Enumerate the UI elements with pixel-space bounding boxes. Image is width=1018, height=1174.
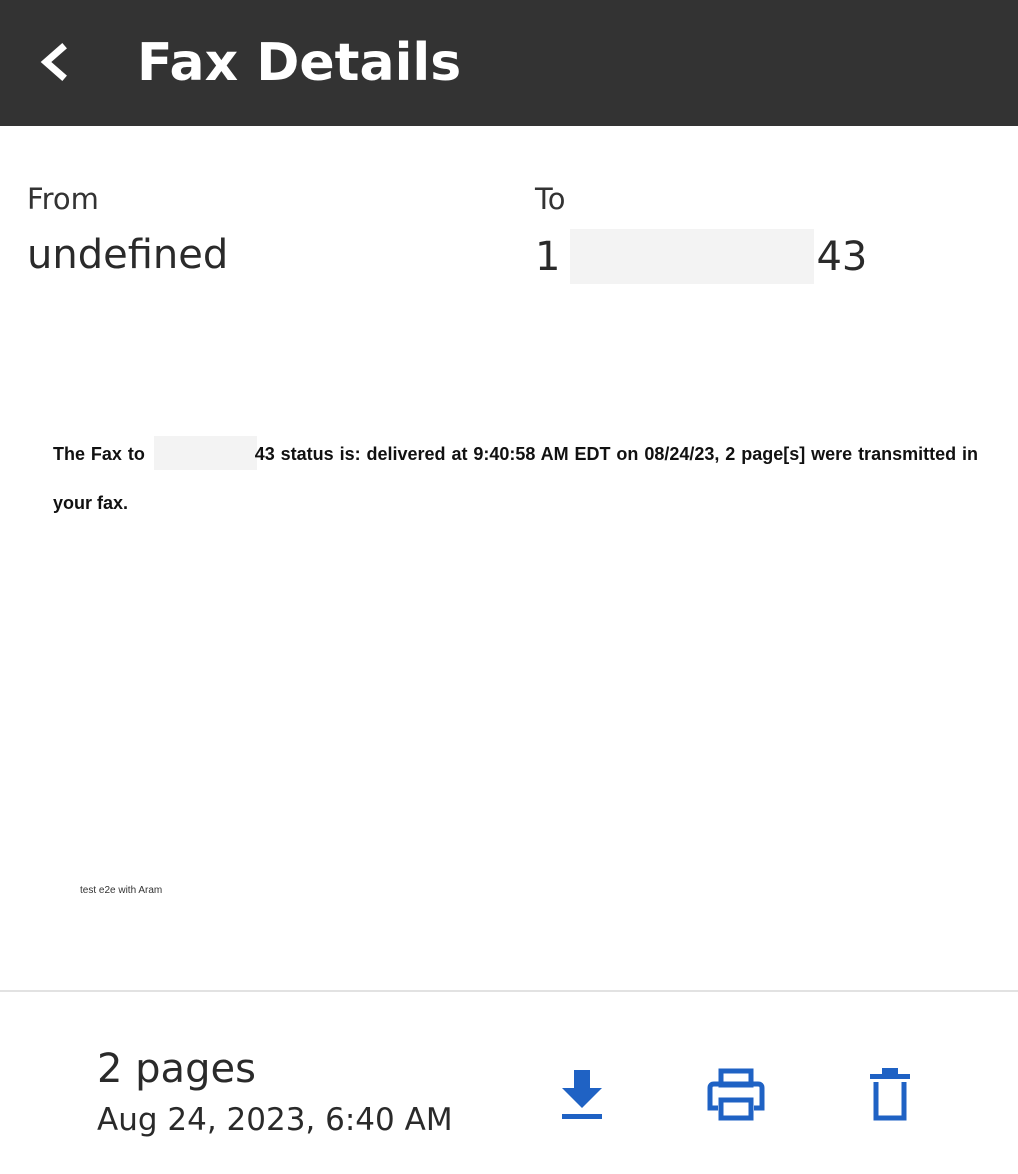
back-button[interactable] <box>22 22 86 102</box>
to-value-prefix: 1 <box>535 233 561 280</box>
divider <box>0 990 1018 992</box>
to-value-suffix: 43 <box>816 233 868 280</box>
download-icon <box>562 1070 602 1119</box>
download-button[interactable] <box>546 1058 618 1130</box>
delete-button[interactable] <box>854 1058 926 1130</box>
to-label: To <box>535 182 566 216</box>
status-prefix: The Fax to <box>53 444 145 464</box>
from-label: From <box>27 182 99 216</box>
printer-icon <box>707 1068 765 1121</box>
redacted-number <box>570 229 815 284</box>
redacted-number <box>153 436 257 470</box>
fax-date: Aug 24, 2023, 6:40 AM <box>97 1102 453 1138</box>
print-button[interactable] <box>700 1058 772 1130</box>
fax-footnote: test e2e with Aram <box>80 885 163 896</box>
chevron-left-icon <box>40 43 67 81</box>
trash-icon <box>870 1068 910 1121</box>
from-value: undefined <box>27 232 229 278</box>
page-count: 2 pages <box>97 1046 256 1092</box>
fax-status-message: The Fax to 43 status is: delivered at 9:… <box>53 430 978 528</box>
app-header: Fax Details <box>0 0 1018 126</box>
page-title: Fax Details <box>137 33 462 93</box>
to-value: 1 43 <box>535 229 867 284</box>
